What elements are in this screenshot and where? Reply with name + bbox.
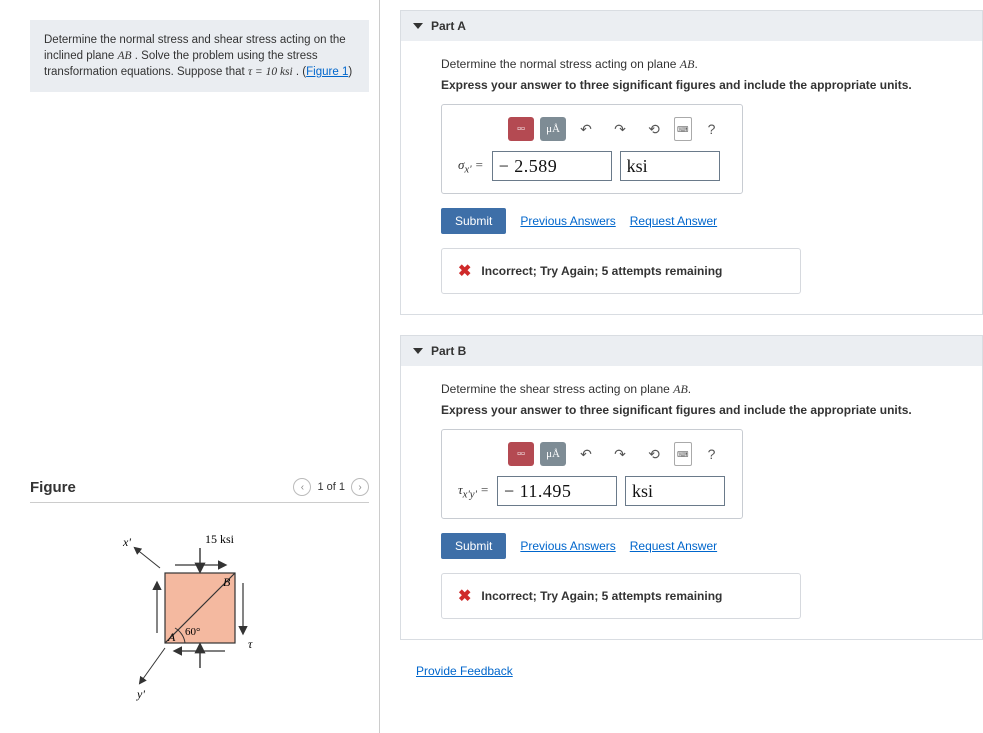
fig-A: A xyxy=(167,630,176,644)
redo-icon[interactable]: ↷ xyxy=(606,442,634,466)
submit-button[interactable]: Submit xyxy=(441,533,506,559)
templates-button[interactable]: ▫▫ xyxy=(508,442,534,466)
previous-answers-link[interactable]: Previous Answers xyxy=(520,214,615,228)
fig-x: x' xyxy=(122,535,131,549)
part-a-feedback-text: Incorrect; Try Again; 5 attempts remaini… xyxy=(481,264,722,278)
part-b-instruction: Express your answer to three significant… xyxy=(441,403,958,417)
figure-title: Figure xyxy=(30,479,76,496)
caret-down-icon xyxy=(413,348,423,354)
part-b-value-input[interactable] xyxy=(497,476,617,506)
part-a-question: Determine the normal stress acting on pl… xyxy=(441,57,958,72)
keyboard-icon[interactable]: ⌨ xyxy=(674,442,692,466)
provide-feedback-link[interactable]: Provide Feedback xyxy=(416,664,513,678)
part-b-actions: Submit Previous Answers Request Answer xyxy=(441,533,958,559)
figure-diagram: 60° A B 15 ksi τ x' y' xyxy=(105,513,295,723)
keyboard-icon[interactable]: ⌨ xyxy=(674,117,692,141)
figure-header: Figure ‹ 1 of 1 › xyxy=(30,478,369,503)
incorrect-icon: ✖ xyxy=(458,261,471,281)
fig-tau: τ xyxy=(248,637,253,651)
fig-y: y' xyxy=(136,687,145,701)
part-b: Part B Determine the shear stress acting… xyxy=(400,335,983,640)
units-button[interactable]: μÅ xyxy=(540,117,566,141)
left-column: Determine the normal stress and shear st… xyxy=(0,0,380,733)
fig-angle: 60° xyxy=(185,626,200,638)
undo-icon[interactable]: ↶ xyxy=(572,442,600,466)
part-b-feedback-text: Incorrect; Try Again; 5 attempts remaini… xyxy=(481,589,722,603)
part-a: Part A Determine the normal stress actin… xyxy=(400,10,983,315)
fig-top-label: 15 ksi xyxy=(205,532,235,546)
reset-icon[interactable]: ⟲ xyxy=(640,117,668,141)
right-column: Part A Determine the normal stress actin… xyxy=(380,0,983,733)
part-b-units-input[interactable] xyxy=(625,476,725,506)
pager-prev-button[interactable]: ‹ xyxy=(293,478,311,496)
units-button[interactable]: μÅ xyxy=(540,442,566,466)
pager-next-button[interactable]: › xyxy=(351,478,369,496)
request-answer-link[interactable]: Request Answer xyxy=(630,539,717,553)
part-a-title: Part A xyxy=(431,19,466,33)
part-a-answer-box: ▫▫ μÅ ↶ ↷ ⟲ ⌨ ? σx' = xyxy=(441,104,743,194)
fig-B: B xyxy=(223,575,231,589)
part-b-toolbar: ▫▫ μÅ ↶ ↷ ⟲ ⌨ ? xyxy=(508,442,726,466)
part-a-actions: Submit Previous Answers Request Answer xyxy=(441,208,958,234)
prompt-tau: τ = 10 ksi xyxy=(248,66,293,78)
part-b-question: Determine the shear stress acting on pla… xyxy=(441,382,958,397)
part-b-variable: τx'y' = xyxy=(458,482,489,501)
part-a-instruction: Express your answer to three significant… xyxy=(441,78,958,92)
part-b-feedback: ✖ Incorrect; Try Again; 5 attempts remai… xyxy=(441,573,801,619)
templates-button[interactable]: ▫▫ xyxy=(508,117,534,141)
undo-icon[interactable]: ↶ xyxy=(572,117,600,141)
part-a-toolbar: ▫▫ μÅ ↶ ↷ ⟲ ⌨ ? xyxy=(508,117,726,141)
part-a-variable: σx' = xyxy=(458,157,484,176)
part-a-units-input[interactable] xyxy=(620,151,720,181)
part-b-answer-box: ▫▫ μÅ ↶ ↷ ⟲ ⌨ ? τx'y' = xyxy=(441,429,743,519)
part-b-title: Part B xyxy=(431,344,466,358)
redo-icon[interactable]: ↷ xyxy=(606,117,634,141)
previous-answers-link[interactable]: Previous Answers xyxy=(520,539,615,553)
request-answer-link[interactable]: Request Answer xyxy=(630,214,717,228)
incorrect-icon: ✖ xyxy=(458,586,471,606)
part-a-header[interactable]: Part A xyxy=(401,11,982,41)
figure-link[interactable]: Figure 1 xyxy=(306,66,348,78)
reset-icon[interactable]: ⟲ xyxy=(640,442,668,466)
prompt-plane: AB xyxy=(118,50,132,62)
figure-section: Figure ‹ 1 of 1 › 60° A B xyxy=(30,478,369,723)
pager-label: 1 of 1 xyxy=(317,481,345,493)
caret-down-icon xyxy=(413,23,423,29)
prompt-text-after: . ( xyxy=(296,66,306,78)
help-icon[interactable]: ? xyxy=(698,442,726,466)
part-a-value-input[interactable] xyxy=(492,151,612,181)
figure-pager: ‹ 1 of 1 › xyxy=(293,478,369,496)
help-icon[interactable]: ? xyxy=(698,117,726,141)
part-b-header[interactable]: Part B xyxy=(401,336,982,366)
problem-prompt: Determine the normal stress and shear st… xyxy=(30,20,369,92)
part-a-feedback: ✖ Incorrect; Try Again; 5 attempts remai… xyxy=(441,248,801,294)
submit-button[interactable]: Submit xyxy=(441,208,506,234)
